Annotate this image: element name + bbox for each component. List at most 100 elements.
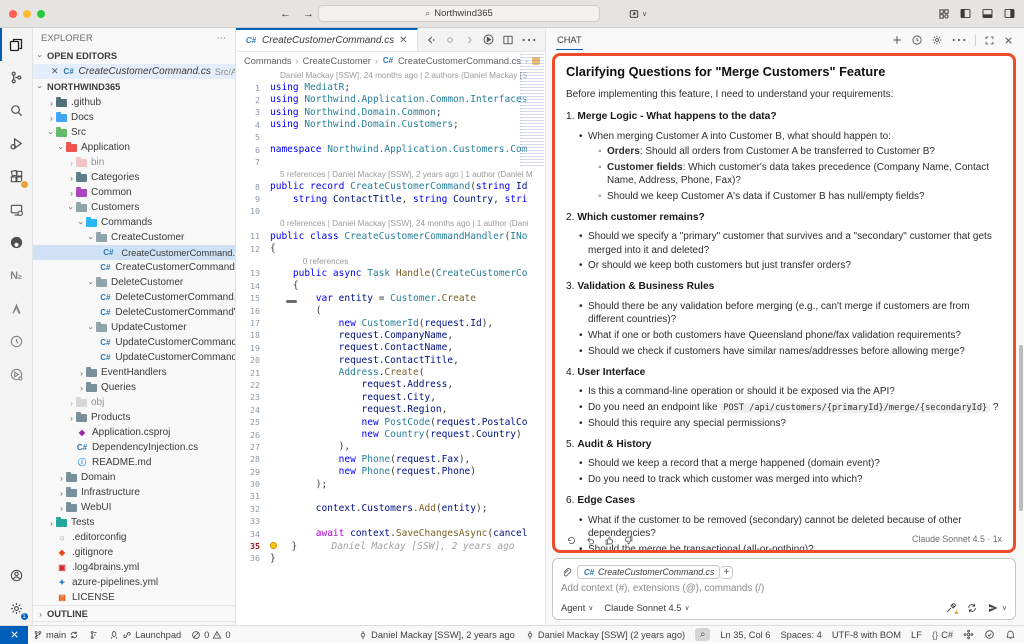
zoom-window-button[interactable]: [37, 10, 45, 18]
thumbs-down-icon[interactable]: [623, 535, 634, 546]
customize-layout-icon[interactable]: [938, 8, 950, 20]
activity-azure-icon[interactable]: [0, 292, 33, 325]
tree-folder-item[interactable]: ›Tests: [33, 515, 235, 530]
tree-folder-item[interactable]: ›Docs: [33, 110, 235, 125]
codelens-annotation[interactable]: Daniel Mackay [SSW], 24 months ago | 2 a…: [236, 69, 545, 81]
launchpad-status-item[interactable]: Launchpad: [104, 630, 186, 640]
activity-extensions-icon[interactable]: [0, 160, 33, 193]
account-icon[interactable]: [0, 559, 33, 592]
open-editor-item[interactable]: ✕ C# CreateCustomerCommand.cs Src/Ap...: [33, 64, 235, 79]
close-tab-icon[interactable]: ✕: [399, 35, 407, 46]
open-remote-button[interactable]: ∨: [628, 8, 647, 20]
tools-icon[interactable]: ▲: [945, 602, 957, 614]
close-icon[interactable]: ✕: [51, 66, 59, 77]
tree-folder-item[interactable]: ›Customers: [33, 200, 235, 215]
branch-status-item[interactable]: main: [28, 630, 84, 640]
tree-file-item[interactable]: ▣.log4brains.yml: [33, 560, 235, 575]
root-folder-section[interactable]: › NORTHWIND365: [33, 79, 235, 95]
agent-mode-select[interactable]: Agent∨: [561, 603, 593, 613]
activity-gitlens-icon[interactable]: [0, 325, 33, 358]
settings-gear-icon[interactable]: 1: [0, 592, 33, 625]
activity-live-share-icon[interactable]: [0, 358, 33, 391]
tree-folder-item[interactable]: ›obj: [33, 395, 235, 410]
tab-createcustomercommand[interactable]: C# CreateCustomerCommand.cs ✕: [236, 28, 418, 51]
remote-indicator[interactable]: [0, 626, 28, 644]
explorer-more-actions-icon[interactable]: ⋯: [217, 33, 228, 44]
retry-icon[interactable]: [566, 535, 577, 546]
nav-forward-icon[interactable]: →: [303, 8, 314, 20]
extension-status-icon[interactable]: [958, 629, 979, 640]
toggle-panel-icon[interactable]: [981, 7, 994, 20]
lightbulb-icon[interactable]: [270, 542, 277, 549]
tree-folder-item[interactable]: ›Queries: [33, 380, 235, 395]
chat-scrollbar[interactable]: [1019, 345, 1023, 511]
gitlens-status-icon[interactable]: [84, 630, 104, 640]
cursor-position-item[interactable]: Ln 35, Col 6: [715, 630, 775, 640]
window-controls[interactable]: [9, 10, 45, 18]
breadcrumbs[interactable]: Commands› CreateCustomer› C# CreateCusto…: [236, 52, 545, 69]
codelens-annotation[interactable]: 0 references | Daniel Mackay [SSW], 24 m…: [236, 218, 545, 230]
close-window-button[interactable]: [9, 10, 17, 18]
blame-status-item[interactable]: Daniel Mackay [SSW], 2 years ago: [353, 630, 520, 640]
split-editor-icon[interactable]: [502, 34, 514, 46]
expand-chat-icon[interactable]: [984, 35, 995, 46]
activity-explorer-icon[interactable]: [0, 28, 33, 61]
tree-folder-item[interactable]: ›.github: [33, 95, 235, 110]
chat-more-icon[interactable]: ⋯: [951, 30, 967, 50]
feedback-icon[interactable]: [979, 629, 1000, 640]
tree-folder-item[interactable]: ›bin: [33, 155, 235, 170]
minimap[interactable]: [520, 54, 544, 166]
nav-forward-icon[interactable]: [444, 34, 456, 46]
minimize-window-button[interactable]: [23, 10, 31, 18]
tree-file-item[interactable]: C#DeleteCustomerCommand.cs: [33, 290, 235, 305]
tree-folder-item[interactable]: ›Src: [33, 125, 235, 140]
tree-folder-item[interactable]: ›Common: [33, 185, 235, 200]
breadcrumb-item[interactable]: Commands: [244, 56, 292, 66]
activity-search-icon[interactable]: [0, 94, 33, 127]
tree-file-item[interactable]: ▤LICENSE: [33, 590, 235, 605]
tab-chat[interactable]: CHAT: [556, 31, 583, 50]
outline-section[interactable]: › OUTLINE: [33, 605, 235, 621]
command-center-search[interactable]: ⌕ Northwind365: [318, 5, 600, 22]
tree-folder-item[interactable]: ›CreateCustomer: [33, 230, 235, 245]
tree-file-item[interactable]: ☼.editorconfig: [33, 530, 235, 545]
tree-file-item[interactable]: ⓘREADME.md: [33, 455, 235, 470]
nav-back-icon[interactable]: [425, 34, 437, 46]
breadcrumb-item[interactable]: CreateCustomer: [303, 56, 371, 66]
new-chat-icon[interactable]: [891, 34, 903, 46]
language-mode-item[interactable]: {}C#: [927, 630, 958, 640]
indentation-item[interactable]: Spaces: 4: [775, 630, 826, 640]
activity-remote-explorer-icon[interactable]: [0, 193, 33, 226]
activity-source-control-icon[interactable]: [0, 61, 33, 94]
tree-folder-item[interactable]: ›WebUI: [33, 500, 235, 515]
model-select[interactable]: Claude Sonnet 4.5∨: [604, 603, 689, 613]
nav-forward-alt-icon[interactable]: [463, 34, 475, 46]
tree-folder-item[interactable]: ›Products: [33, 410, 235, 425]
tree-file-item[interactable]: ◆.gitignore: [33, 545, 235, 560]
tree-file-item[interactable]: ✦azure-pipelines.yml: [33, 575, 235, 590]
undo-icon[interactable]: [585, 535, 596, 546]
chat-input-box[interactable]: C# CreateCustomerCommand.cs + Add contex…: [552, 558, 1016, 620]
activity-notebook-icon[interactable]: N≥: [0, 259, 33, 292]
tree-file-item[interactable]: C#UpdateCustomerCommandVali...: [33, 350, 235, 365]
tree-folder-item[interactable]: ›UpdateCustomer: [33, 320, 235, 335]
breadcrumb-item[interactable]: CreateCustomerCommand.cs: [398, 56, 521, 66]
nav-back-icon[interactable]: ←: [280, 8, 291, 20]
send-button[interactable]: ∨: [987, 602, 1007, 614]
attach-context-icon[interactable]: [561, 567, 572, 578]
eol-item[interactable]: LF: [906, 630, 927, 640]
close-chat-icon[interactable]: [1003, 35, 1014, 46]
toggle-secondary-sidebar-icon[interactable]: [1003, 7, 1016, 20]
open-editors-section[interactable]: › OPEN EDITORS: [33, 48, 235, 64]
blame-annotation-item[interactable]: Daniel Mackay [SSW] (2 years ago): [520, 630, 690, 640]
tree-file-item[interactable]: C#CreateCustomerCommand.cs: [33, 245, 235, 260]
chat-settings-icon[interactable]: [931, 34, 943, 46]
problems-status-item[interactable]: 0 0: [186, 630, 235, 640]
toggle-sidebar-icon[interactable]: [959, 7, 972, 20]
tree-file-item[interactable]: C#DeleteCustomerCommandValid...: [33, 305, 235, 320]
codelens-annotation[interactable]: 5 references | Daniel Mackay [SSW], 2 ye…: [236, 168, 545, 180]
tree-file-item[interactable]: ◆Application.csproj: [33, 425, 235, 440]
thumbs-up-icon[interactable]: [604, 535, 615, 546]
activity-github-icon[interactable]: [0, 226, 33, 259]
tree-folder-item[interactable]: ›Domain: [33, 470, 235, 485]
